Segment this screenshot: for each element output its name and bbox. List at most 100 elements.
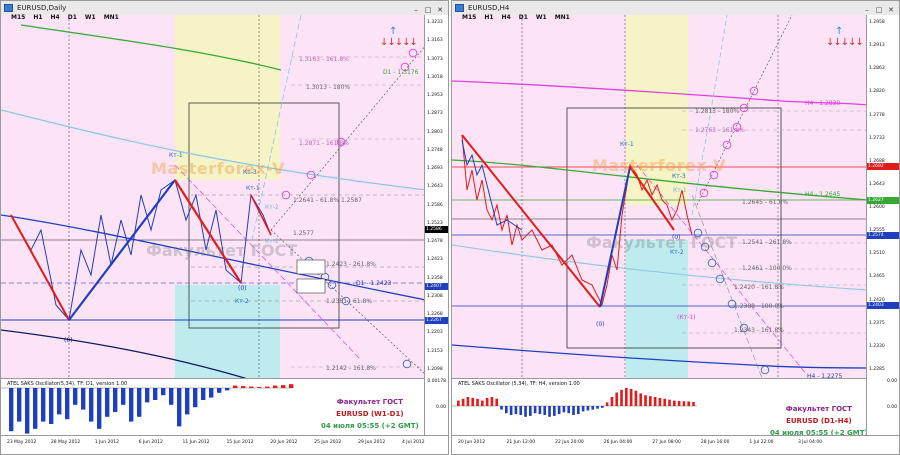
timeframe-button[interactable]: H1 bbox=[33, 14, 42, 21]
timeframe-button[interactable]: MN1 bbox=[104, 14, 119, 21]
timeframe-bar: M15 H1 H4 D1 W1 MN1 bbox=[462, 14, 578, 21]
time-tick-label: 11 Jun 2012 bbox=[182, 440, 210, 445]
oscillator-bar bbox=[33, 388, 38, 429]
oscillator-bar bbox=[485, 397, 489, 406]
oscillator-bar bbox=[49, 388, 54, 424]
time-tick-label: 1 Jun 2012 bbox=[94, 440, 119, 445]
timeframe-button[interactable]: M15 bbox=[462, 14, 476, 21]
oscillator-bar bbox=[629, 388, 633, 406]
price-axis[interactable]: 1.2958 1.2913 1.2863 1.2820 1.2778 1.2733 1.26… bbox=[866, 15, 899, 436]
time-tick-label: 6 Jun 2012 bbox=[138, 440, 163, 445]
time-tick-label: 22 Jun 20:00 bbox=[555, 440, 584, 445]
timeframe-button[interactable]: MN1 bbox=[555, 14, 570, 21]
maximize-icon[interactable]: □ bbox=[874, 6, 884, 15]
oscillator-bar bbox=[457, 400, 460, 406]
time-tick-label: 20 Jun 2012 bbox=[458, 440, 486, 445]
oscillator-bar bbox=[9, 388, 14, 432]
faculty-footer: Факультет ГОСТ EURUSD (D1-H4) 04 июля 05… bbox=[770, 403, 868, 439]
oscillator-bar bbox=[577, 406, 580, 415]
price-tick-label: 1.2285 bbox=[869, 367, 885, 372]
close-icon[interactable]: ✕ bbox=[886, 6, 896, 15]
price-tick-label: 1.2375 bbox=[869, 320, 885, 326]
fibo-label: 1.2142 - 161.8% bbox=[326, 365, 376, 372]
price-tick-label: 1.2820 bbox=[869, 89, 885, 95]
close-icon[interactable]: ✕ bbox=[435, 6, 445, 15]
chart-window-eurusd-h4[interactable]: EURUSD,H4 – □ ✕ M15 H1 H4 D1 W1 MN1 ↑ ↓↓… bbox=[451, 0, 900, 455]
price-tick-label: 1.2358 bbox=[427, 275, 443, 281]
price-tick-label: 1.2748 bbox=[427, 147, 443, 153]
fibo-label: 1.2541 - 261.8% bbox=[742, 239, 792, 246]
minimize-icon[interactable]: – bbox=[862, 6, 872, 15]
timeframe-button[interactable]: W1 bbox=[536, 14, 547, 21]
arrow-up-icon: ↑ bbox=[835, 26, 843, 37]
oscillator-bar bbox=[105, 388, 110, 417]
price-tick-label: 1.2098 bbox=[427, 367, 443, 372]
price-tick-label: 1.3233 bbox=[427, 20, 443, 25]
price-tick-label: 1.3163 bbox=[427, 38, 443, 44]
timeframe-button[interactable]: D1 bbox=[68, 14, 77, 21]
time-axis[interactable]: 20 Jun 2012 21 Jun 12:00 22 Jun 20:00 26 Ju… bbox=[452, 435, 899, 454]
chart-window-eurusd-daily[interactable]: EURUSD,Daily – □ ✕ M15 H1 H4 D1 W1 MN1 ↑… bbox=[0, 0, 449, 455]
fibo-label: 1.2763 - 161.8% bbox=[695, 127, 745, 134]
wave-label: Кт-1 bbox=[246, 185, 260, 192]
oscillator-bar bbox=[249, 386, 254, 388]
oscillator-label: ATEL SAKS Oscillator(5,34), TF: D1, vers… bbox=[7, 381, 128, 387]
wave-label: Кт-3 bbox=[243, 169, 257, 176]
minimize-icon[interactable]: – bbox=[411, 6, 421, 15]
price-tick-label: 1.2803 bbox=[427, 129, 443, 135]
oscillator-panel[interactable]: ATEL SAKS Oscillator(5,34), TF: D1, vers… bbox=[1, 378, 426, 439]
price-tick-label: 1.2330 bbox=[869, 343, 885, 349]
price-tick-label: 1.2778 bbox=[869, 112, 885, 118]
watermark-faculty: Факультет ГОСТ bbox=[586, 233, 738, 252]
timeframe-button[interactable]: H4 bbox=[51, 14, 60, 21]
footer-line3: 04 июля 05:55 (+2 GMT) bbox=[321, 422, 419, 430]
maximize-icon[interactable]: □ bbox=[423, 6, 433, 15]
time-tick-label: 1 Jul 22:00 bbox=[749, 440, 774, 445]
oscillator-bar bbox=[177, 388, 182, 427]
time-axis[interactable]: 23 May 2012 28 May 2012 1 Jun 2012 6 Jun 20… bbox=[1, 435, 448, 454]
price-tick-label: 1.2953 bbox=[427, 93, 443, 99]
oscillator-bar bbox=[81, 388, 86, 410]
time-tick-label: 27 Jun 08:00 bbox=[652, 440, 681, 445]
oscillator-bar bbox=[500, 406, 503, 410]
price-tick-label: 1.2693 bbox=[427, 166, 443, 172]
timeframe-button[interactable]: D1 bbox=[519, 14, 528, 21]
timeframe-button[interactable]: M15 bbox=[11, 14, 25, 21]
fibo-label: 1.2641 - 61.8% 1.2587 bbox=[293, 197, 362, 204]
fibo-label: 1.2461 - 100.0% bbox=[742, 265, 792, 272]
price-chart[interactable] bbox=[1, 15, 426, 378]
oscillator-bar bbox=[649, 396, 652, 406]
oscillator-bar bbox=[217, 388, 222, 393]
oscillator-bar bbox=[41, 388, 46, 422]
wave-label: (0) bbox=[596, 321, 605, 328]
price-tick-label: 1.2913 bbox=[869, 43, 885, 49]
oscillator-bar bbox=[514, 406, 518, 415]
wave-label: (0) bbox=[64, 337, 73, 344]
price-tick-label: 1.2873 bbox=[427, 111, 443, 117]
price-axis[interactable]: 1.3233 1.3163 1.3073 1.3018 1.2953 1.2873 1.28… bbox=[424, 15, 448, 436]
oscillator-bar bbox=[581, 406, 585, 412]
oscillator-panel[interactable]: ATEL SAKS Oscillator (5,34), TF: H4, ver… bbox=[452, 378, 868, 439]
level-label: D1 - 1.2423 bbox=[356, 280, 392, 287]
wave-label: Кт-1 bbox=[169, 152, 183, 159]
fibo-label: 1.2577 bbox=[293, 230, 314, 237]
oscillator-bar bbox=[25, 388, 30, 434]
price-tick-label: 1.2423 bbox=[427, 257, 443, 263]
oscillator-bar bbox=[639, 393, 643, 406]
oscillator-bar bbox=[509, 406, 513, 415]
timeframe-button[interactable]: W1 bbox=[85, 14, 96, 21]
oscillator-bar bbox=[17, 388, 22, 422]
timeframe-button[interactable]: H4 bbox=[502, 14, 511, 21]
oscillator-bar bbox=[466, 397, 470, 406]
fibo-label: 1.2423 - 261.8% bbox=[326, 261, 376, 268]
timeframe-button[interactable]: H1 bbox=[484, 14, 493, 21]
wave-label: Кт-2 bbox=[670, 249, 684, 256]
footer-line2: EURUSD (W1-D1) bbox=[336, 410, 404, 418]
oscillator-bar bbox=[137, 388, 142, 417]
level-box bbox=[296, 259, 326, 275]
oscillator-bar bbox=[538, 406, 542, 415]
oscillator-bar bbox=[281, 385, 286, 388]
chart-title: EURUSD,H4 bbox=[468, 4, 510, 12]
oscillator-bar bbox=[692, 402, 695, 406]
oscillator-bar bbox=[625, 388, 628, 406]
